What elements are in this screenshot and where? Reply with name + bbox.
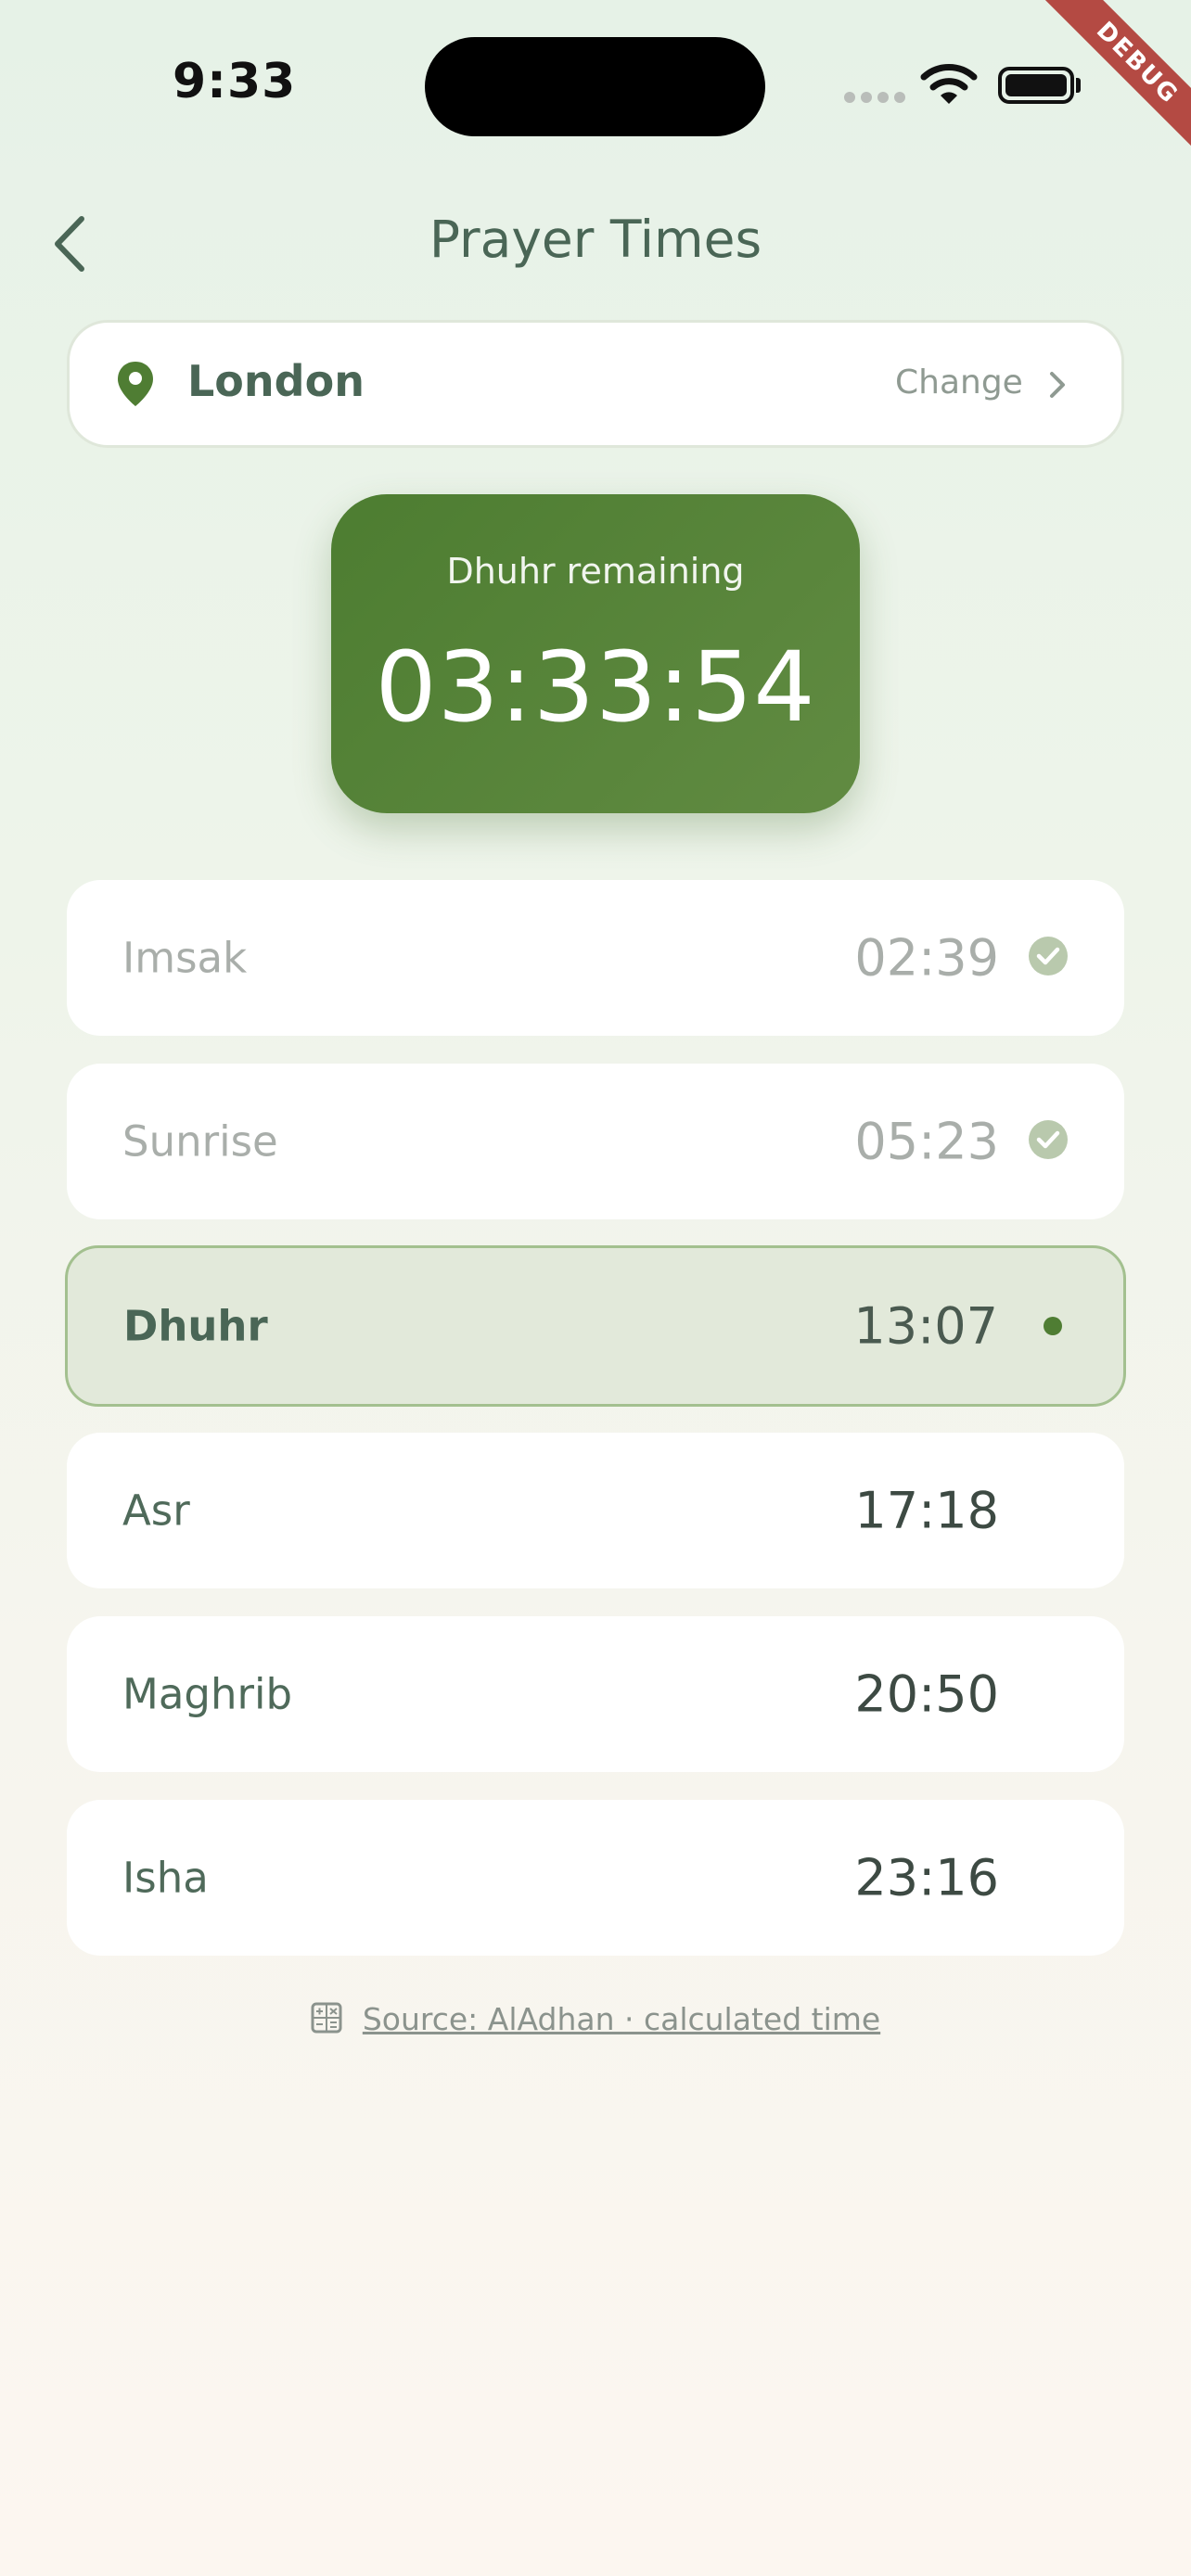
prayer-name: Sunrise	[122, 1116, 278, 1167]
prayer-row-asr[interactable]: Asr 17:18	[67, 1433, 1124, 1588]
prayer-name: Maghrib	[122, 1669, 293, 1719]
prayer-row-maghrib[interactable]: Maghrib 20:50	[67, 1616, 1124, 1772]
prayer-name: Isha	[122, 1853, 209, 1903]
prayer-time: 13:07	[853, 1296, 998, 1356]
countdown-timer: 03:33:54	[375, 631, 816, 744]
prayer-row-sunrise[interactable]: Sunrise 05:23	[67, 1064, 1124, 1219]
prayer-time: 23:16	[854, 1848, 999, 1907]
source-note: Source: AlAdhan · calculated time	[0, 2001, 1191, 2037]
debug-label: DEBUG	[1037, 0, 1191, 163]
debug-banner: DEBUG	[1024, 0, 1191, 167]
prayer-time: 17:18	[854, 1481, 999, 1540]
status-time: 9:33	[173, 54, 297, 109]
prayer-name: Dhuhr	[123, 1301, 268, 1351]
countdown-label: Dhuhr remaining	[446, 551, 745, 592]
change-location-button[interactable]: Change	[895, 363, 1023, 402]
prayer-time: 20:50	[854, 1664, 999, 1724]
prayer-time: 05:23	[854, 1112, 999, 1171]
source-link[interactable]: Source: AlAdhan · calculated time	[363, 2001, 880, 2037]
location-pin-icon	[115, 360, 156, 412]
prayer-row-dhuhr[interactable]: Dhuhr 13:07	[65, 1245, 1126, 1407]
prayer-name: Imsak	[122, 933, 248, 983]
prayer-time: 02:39	[854, 928, 999, 988]
page-title: Prayer Times	[429, 210, 762, 269]
prayer-row-isha[interactable]: Isha 23:16	[67, 1800, 1124, 1956]
check-circle-icon	[1028, 936, 1069, 980]
check-circle-icon	[1028, 1119, 1069, 1164]
prayer-row-imsak[interactable]: Imsak 02:39	[67, 880, 1124, 1036]
dot-icon	[1044, 1317, 1062, 1335]
location-name: London	[187, 356, 365, 406]
cellular-signal-icon	[844, 92, 905, 103]
chevron-right-icon	[1046, 369, 1069, 404]
prayer-name: Asr	[122, 1486, 190, 1536]
wifi-icon	[920, 61, 978, 109]
dynamic-island	[425, 37, 765, 136]
calculator-icon	[311, 2002, 342, 2037]
